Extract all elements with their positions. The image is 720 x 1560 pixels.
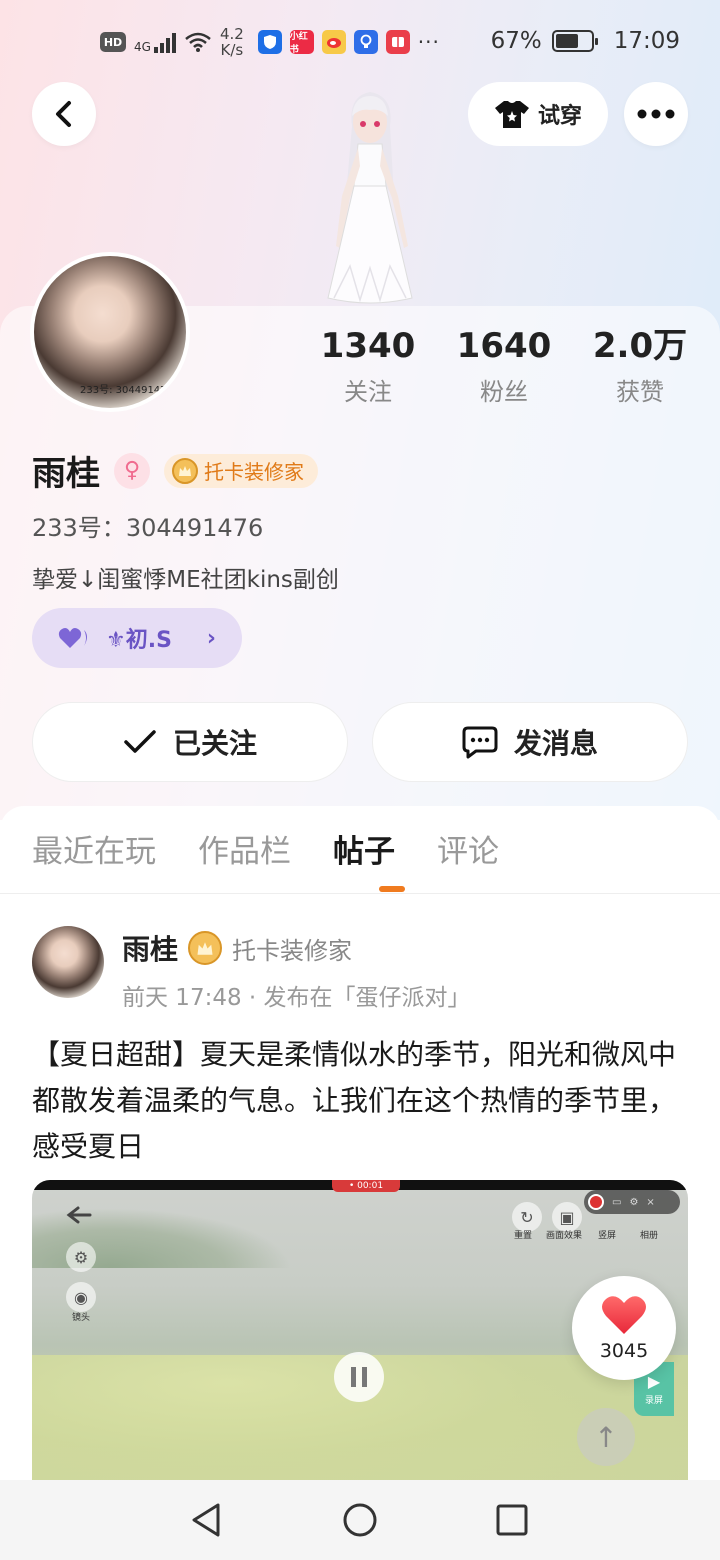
stat-followers[interactable]: 1640 粉丝 xyxy=(436,324,572,407)
stat-value: 1640 xyxy=(456,326,552,366)
nav-recents-button[interactable] xyxy=(490,1498,534,1542)
message-label: 发消息 xyxy=(513,727,598,760)
stat-label: 关注 xyxy=(344,378,392,406)
triangle-back-icon xyxy=(192,1503,220,1537)
message-button[interactable]: 发消息 xyxy=(372,702,688,782)
battery-percent: 67% xyxy=(490,28,542,54)
hd-icon: HD xyxy=(100,32,126,52)
stat-label: 获赞 xyxy=(616,378,664,406)
active-tab-indicator xyxy=(379,886,405,892)
record-time: • 00:01 xyxy=(332,1180,400,1192)
tab-recently-played[interactable]: 最近在玩 xyxy=(32,826,156,871)
up-arrow-icon: ↑ xyxy=(577,1408,635,1466)
female-icon: ♀ xyxy=(114,452,150,489)
wifi-icon xyxy=(185,32,211,52)
character-avatar-figure xyxy=(327,92,413,304)
tab-posts[interactable]: 帖子 xyxy=(333,826,395,871)
heart-pair-icon xyxy=(58,628,87,648)
bio-text: 挚爱↓闺蜜悸ME社团kins副创 xyxy=(32,567,339,593)
followed-button[interactable]: 已关注 xyxy=(32,702,348,782)
stat-label: 粉丝 xyxy=(480,378,528,406)
close-icon: × xyxy=(646,1196,655,1208)
chat-bubble-icon xyxy=(462,726,498,759)
video-camera-icon: ▶ xyxy=(647,1372,661,1391)
weibo-icon xyxy=(321,30,346,54)
network-speed: 4.2 K/s xyxy=(219,25,244,59)
divider xyxy=(0,893,720,894)
name-row: 雨桂 ♀ 托卡装修家 xyxy=(32,446,318,495)
more-dots-icon xyxy=(637,109,675,119)
post-meta: 前天 17:48 · 发布在「蛋仔派对」 xyxy=(122,985,471,1011)
xiaohongshu-icon: 小红书 xyxy=(289,30,314,55)
checkmark-icon xyxy=(124,730,156,753)
nav-back-button[interactable] xyxy=(184,1498,228,1542)
record-dot-icon xyxy=(588,1194,604,1210)
post-author-name[interactable]: 雨桂 xyxy=(122,928,178,968)
pause-button[interactable] xyxy=(334,1352,384,1402)
camera-label: 镜头 xyxy=(72,1313,91,1323)
title-badge[interactable]: 托卡装修家 xyxy=(164,453,318,488)
nav-home-button[interactable] xyxy=(338,1498,382,1542)
post-author-badge: 托卡装修家 xyxy=(232,936,353,965)
clock: 17:09 xyxy=(613,28,680,54)
chevron-left-icon xyxy=(56,101,71,127)
decorator-badge-icon xyxy=(172,457,198,484)
pause-icon xyxy=(351,1367,367,1387)
folder-icon: ▭ xyxy=(612,1196,622,1208)
chevron-right-icon: › xyxy=(206,625,216,651)
post-text[interactable]: 【夏日超甜】夏天是柔情似水的季节，阳光和微风中都散发着温柔的气息。让我们在这个热… xyxy=(32,1032,688,1170)
stat-likes[interactable]: 2.0万 获赞 xyxy=(572,324,708,407)
more-button[interactable] xyxy=(624,82,688,146)
tab-bar: 最近在玩 作品栏 帖子 评论 xyxy=(32,826,499,871)
settings-gear-icon: ⚙ xyxy=(66,1242,96,1272)
tab-comments[interactable]: 评论 xyxy=(437,826,499,871)
signal-icon xyxy=(153,31,176,53)
shield-icon xyxy=(257,30,282,54)
settings-icon: ⚙ xyxy=(629,1196,639,1208)
heart-icon xyxy=(602,1296,646,1334)
square-recents-icon xyxy=(496,1504,528,1536)
title-badge-label: 托卡装修家 xyxy=(204,460,304,484)
tool-label: 重置 xyxy=(514,1231,533,1241)
profile-stats: 1340 关注 1640 粉丝 2.0万 获赞 xyxy=(300,324,710,407)
followed-label: 已关注 xyxy=(172,727,257,760)
post-time: 前天 17:48 xyxy=(122,985,242,1011)
recording-panel: ▭ ⚙ × xyxy=(584,1190,680,1214)
avatar[interactable]: 233号: 304491476 xyxy=(30,252,190,412)
camera-icon: ◉ xyxy=(66,1282,96,1312)
book-icon xyxy=(385,30,410,54)
profile-name: 雨桂 xyxy=(32,454,100,494)
post-location: 发布在「蛋仔派对」 xyxy=(263,985,471,1011)
account-id: 233号：304491476 xyxy=(32,514,264,542)
avatar-id-text: 233号: 304491476 xyxy=(80,385,173,396)
back-button[interactable] xyxy=(32,82,96,146)
post-author-row: 雨桂 托卡装修家 xyxy=(122,928,352,968)
stat-value: 2.0万 xyxy=(592,326,688,366)
post-author-avatar[interactable] xyxy=(32,926,104,998)
try-on-label: 试穿 xyxy=(537,104,582,129)
like-button[interactable]: 3045 xyxy=(572,1276,676,1380)
like-count: 3045 xyxy=(599,1340,649,1362)
club-label: ⚜初.S xyxy=(106,628,172,653)
decorator-badge-icon xyxy=(188,931,223,965)
tool-label: 相册 xyxy=(640,1231,659,1241)
bulb-icon xyxy=(353,30,378,54)
network-type: 4G xyxy=(134,40,151,54)
more-notifications: ··· xyxy=(417,30,440,54)
tool-label: 竖屏 xyxy=(598,1231,617,1241)
shirt-icon xyxy=(494,101,529,128)
club-pill[interactable]: ⚜初.S › xyxy=(32,608,242,668)
tab-works[interactable]: 作品栏 xyxy=(198,826,291,871)
circle-home-icon xyxy=(343,1503,377,1537)
stat-value: 1340 xyxy=(320,326,416,366)
try-on-button[interactable]: 试穿 xyxy=(468,82,608,146)
tool-label: 画面效果 xyxy=(546,1231,583,1241)
stat-following[interactable]: 1340 关注 xyxy=(300,324,436,407)
status-bar: HD 4G 4.2 K/s 小红书 ··· 67% 17:09 xyxy=(0,0,720,86)
system-navigation-bar xyxy=(0,1480,720,1560)
battery-icon xyxy=(551,30,598,52)
battery-fill xyxy=(555,34,579,48)
back-arrow-icon xyxy=(64,1200,94,1230)
